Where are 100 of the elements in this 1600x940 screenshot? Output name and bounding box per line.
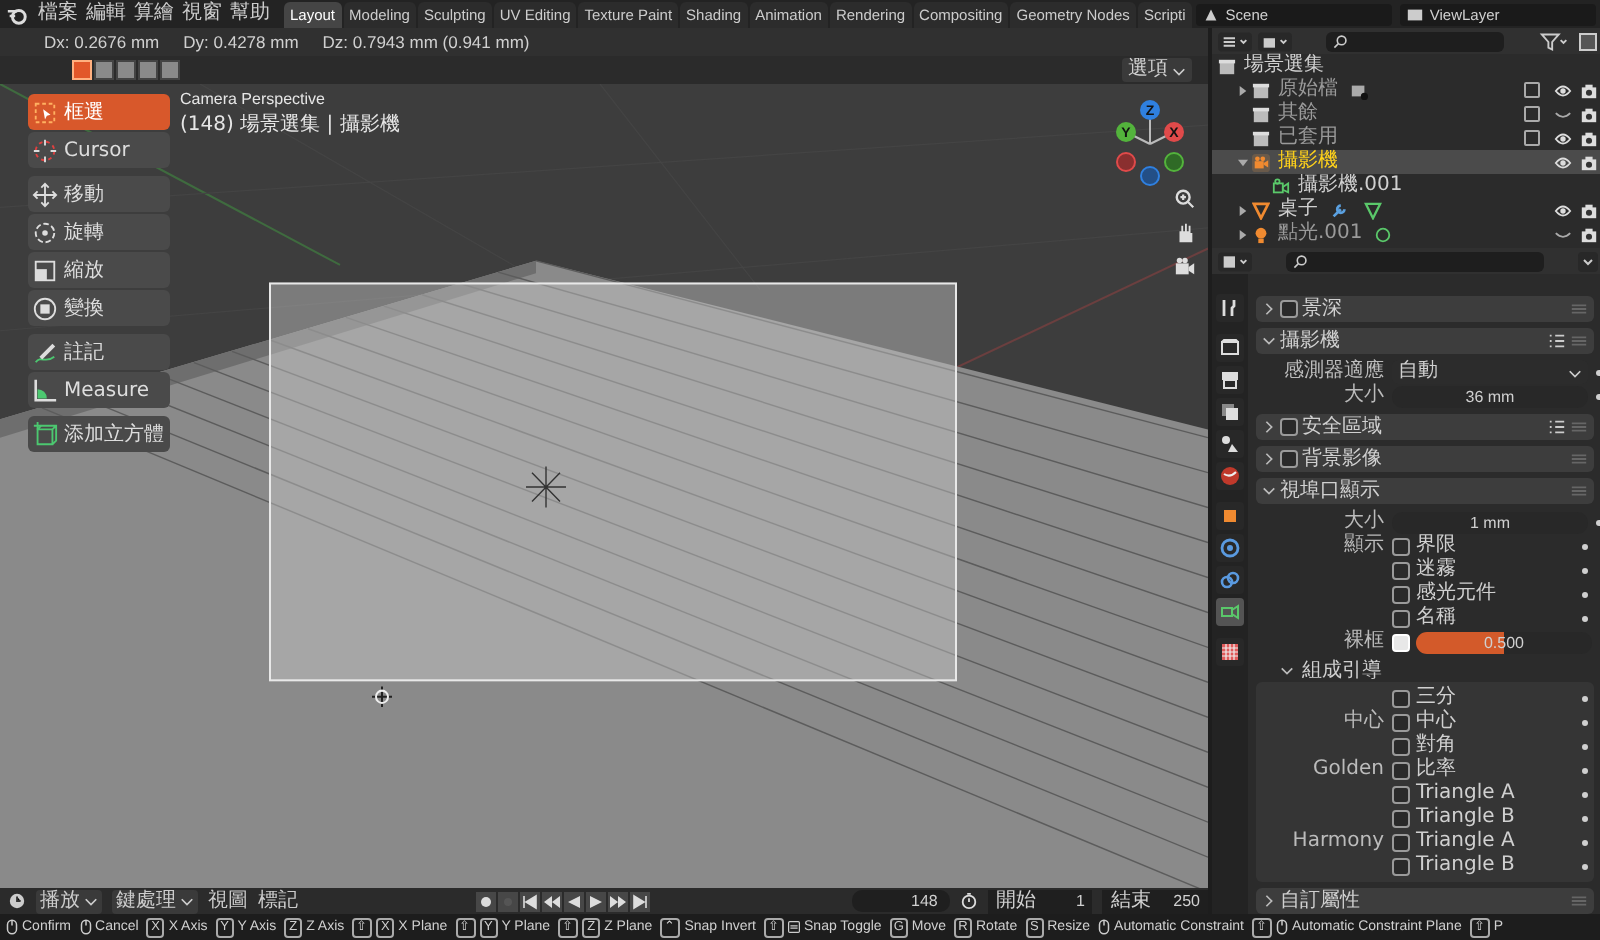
axis-dot[interactable]	[1116, 122, 1136, 142]
panel-header[interactable]: 景深	[1256, 296, 1594, 322]
options-dropdown[interactable]: 選項	[1122, 58, 1192, 82]
keyframe-dot-icon[interactable]	[1582, 767, 1588, 773]
camera-icon[interactable]	[1174, 256, 1196, 278]
jump-end-icon[interactable]	[630, 891, 650, 911]
drag-handle-icon[interactable]	[1570, 450, 1588, 468]
outliner-row[interactable]: 已套用	[1212, 126, 1600, 150]
eye-icon[interactable]	[1554, 81, 1572, 99]
checkbox[interactable]	[1392, 761, 1410, 779]
checkbox[interactable]	[1280, 418, 1298, 436]
editor-type-dropdown[interactable]	[1218, 251, 1252, 271]
outliner-item[interactable]: 原始檔	[1278, 78, 1338, 102]
keyframe-dot-icon[interactable]	[1582, 839, 1588, 845]
eye-icon[interactable]	[1554, 153, 1572, 171]
start-frame-field[interactable]: 開始 1	[987, 889, 1093, 913]
jump-start-icon[interactable]	[520, 891, 540, 911]
checkbox[interactable]	[1392, 585, 1410, 603]
checkbox[interactable]	[1392, 537, 1410, 555]
checkbox[interactable]	[1392, 857, 1410, 875]
outliner-search-field[interactable]	[1326, 31, 1504, 51]
eye-icon[interactable]	[1554, 201, 1572, 219]
menu-item[interactable]: 檔案	[36, 2, 80, 26]
tool-button[interactable]: Measure	[28, 372, 170, 408]
checkbox[interactable]	[1392, 713, 1410, 731]
keyframe-dot-icon[interactable]	[1582, 543, 1588, 549]
previous-keyframe-icon[interactable]	[542, 891, 562, 911]
view-layer-tab[interactable]	[1216, 398, 1244, 426]
opacity-slider[interactable]: 0.500	[1416, 631, 1592, 653]
keyframe-dot-icon[interactable]	[1582, 695, 1588, 701]
stopwatch-icon[interactable]	[959, 892, 978, 910]
blender-logo-icon[interactable]	[6, 3, 28, 25]
timeline-menu-item[interactable]: 標記	[258, 889, 298, 913]
render-camera-icon[interactable]	[1580, 201, 1598, 219]
keyframe-dot-icon[interactable]	[1582, 815, 1588, 821]
checkbox[interactable]	[1392, 689, 1410, 707]
keyframe-dot-icon[interactable]	[1582, 615, 1588, 621]
play-reverse-icon[interactable]	[564, 891, 584, 911]
keyframe-dot-icon[interactable]	[1582, 567, 1588, 573]
outliner-row[interactable]: 其餘	[1212, 102, 1600, 126]
checkbox[interactable]	[1280, 450, 1298, 468]
tool-button[interactable]: 註記	[28, 334, 170, 370]
checkbox[interactable]	[1392, 609, 1410, 627]
timeline-menu[interactable]: 播放	[36, 889, 102, 913]
presets-icon[interactable]	[1548, 332, 1566, 350]
outliner-item[interactable]: 已套用	[1278, 126, 1338, 150]
select-mode-icon[interactable]	[94, 60, 114, 80]
expand-arrow-icon[interactable]	[1238, 229, 1248, 239]
axis-dot[interactable]	[1164, 122, 1184, 142]
end-frame-field[interactable]: 結束 250	[1102, 889, 1209, 913]
timeline-menu[interactable]: 鍵處理	[112, 889, 198, 913]
next-keyframe-icon[interactable]	[608, 891, 628, 911]
checkbox[interactable]	[1392, 561, 1410, 579]
panel-header[interactable]: 背景影像	[1256, 446, 1594, 472]
physics-tab[interactable]	[1216, 534, 1244, 562]
keyframe-dot-icon[interactable]	[1582, 719, 1588, 725]
zoom-icon[interactable]	[1174, 188, 1196, 210]
expand-arrow-icon[interactable]	[1238, 85, 1248, 95]
hand-icon[interactable]	[1174, 222, 1196, 244]
keyframe-dot-icon[interactable]	[1582, 863, 1588, 869]
checkbox[interactable]	[1392, 833, 1410, 851]
scene-tab[interactable]	[1216, 430, 1244, 458]
panel-header[interactable]: 安全區域	[1256, 414, 1594, 440]
outliner-row[interactable]: 桌子	[1212, 198, 1600, 222]
drag-handle-icon[interactable]	[1570, 300, 1588, 318]
drag-handle-icon[interactable]	[1570, 418, 1588, 436]
render-camera-icon[interactable]	[1580, 81, 1598, 99]
select-mode-icon[interactable]	[160, 60, 180, 80]
timeline-menu-item[interactable]: 視圖	[208, 889, 248, 913]
clock-icon[interactable]	[8, 892, 26, 910]
subpanel-header[interactable]: 組成引導	[1256, 658, 1594, 682]
keyframe-dot-icon[interactable]	[1582, 743, 1588, 749]
menu-item[interactable]: 算繪	[132, 2, 176, 26]
drag-handle-icon[interactable]	[1570, 892, 1588, 910]
constraint-tab[interactable]	[1216, 566, 1244, 594]
outliner-item[interactable]: 桌子	[1278, 198, 1318, 222]
options-dropdown-icon[interactable]	[1578, 251, 1598, 271]
world-tab[interactable]	[1216, 462, 1244, 490]
tool-button[interactable]: Cursor	[28, 132, 170, 168]
presets-icon[interactable]	[1548, 418, 1566, 436]
record-icon[interactable]	[476, 891, 496, 911]
filter-mode-dropdown[interactable]	[1258, 31, 1292, 51]
outliner-item[interactable]: 點光.001	[1278, 222, 1363, 246]
outliner-item[interactable]: 場景選集	[1244, 54, 1324, 78]
outliner-item[interactable]: 其餘	[1278, 102, 1318, 126]
menu-item[interactable]: 幫助	[228, 2, 272, 26]
play-icon[interactable]	[586, 891, 606, 911]
number-field[interactable]: 1 mm	[1392, 511, 1588, 533]
outliner-item[interactable]: 攝影機.001	[1298, 174, 1403, 198]
current-frame-field[interactable]: 148	[852, 890, 950, 912]
keyframe-dot-icon[interactable]	[1582, 791, 1588, 797]
checkbox[interactable]	[1392, 809, 1410, 827]
filter-icon[interactable]	[1538, 31, 1572, 51]
render-camera-icon[interactable]	[1580, 225, 1598, 243]
select-mode-icon[interactable]	[138, 60, 158, 80]
axis-dot[interactable]	[1140, 100, 1160, 120]
checkbox[interactable]	[1280, 300, 1298, 318]
drag-handle-icon[interactable]	[1570, 332, 1588, 350]
render-camera-icon[interactable]	[1580, 153, 1598, 171]
properties-search-field[interactable]	[1286, 251, 1544, 271]
